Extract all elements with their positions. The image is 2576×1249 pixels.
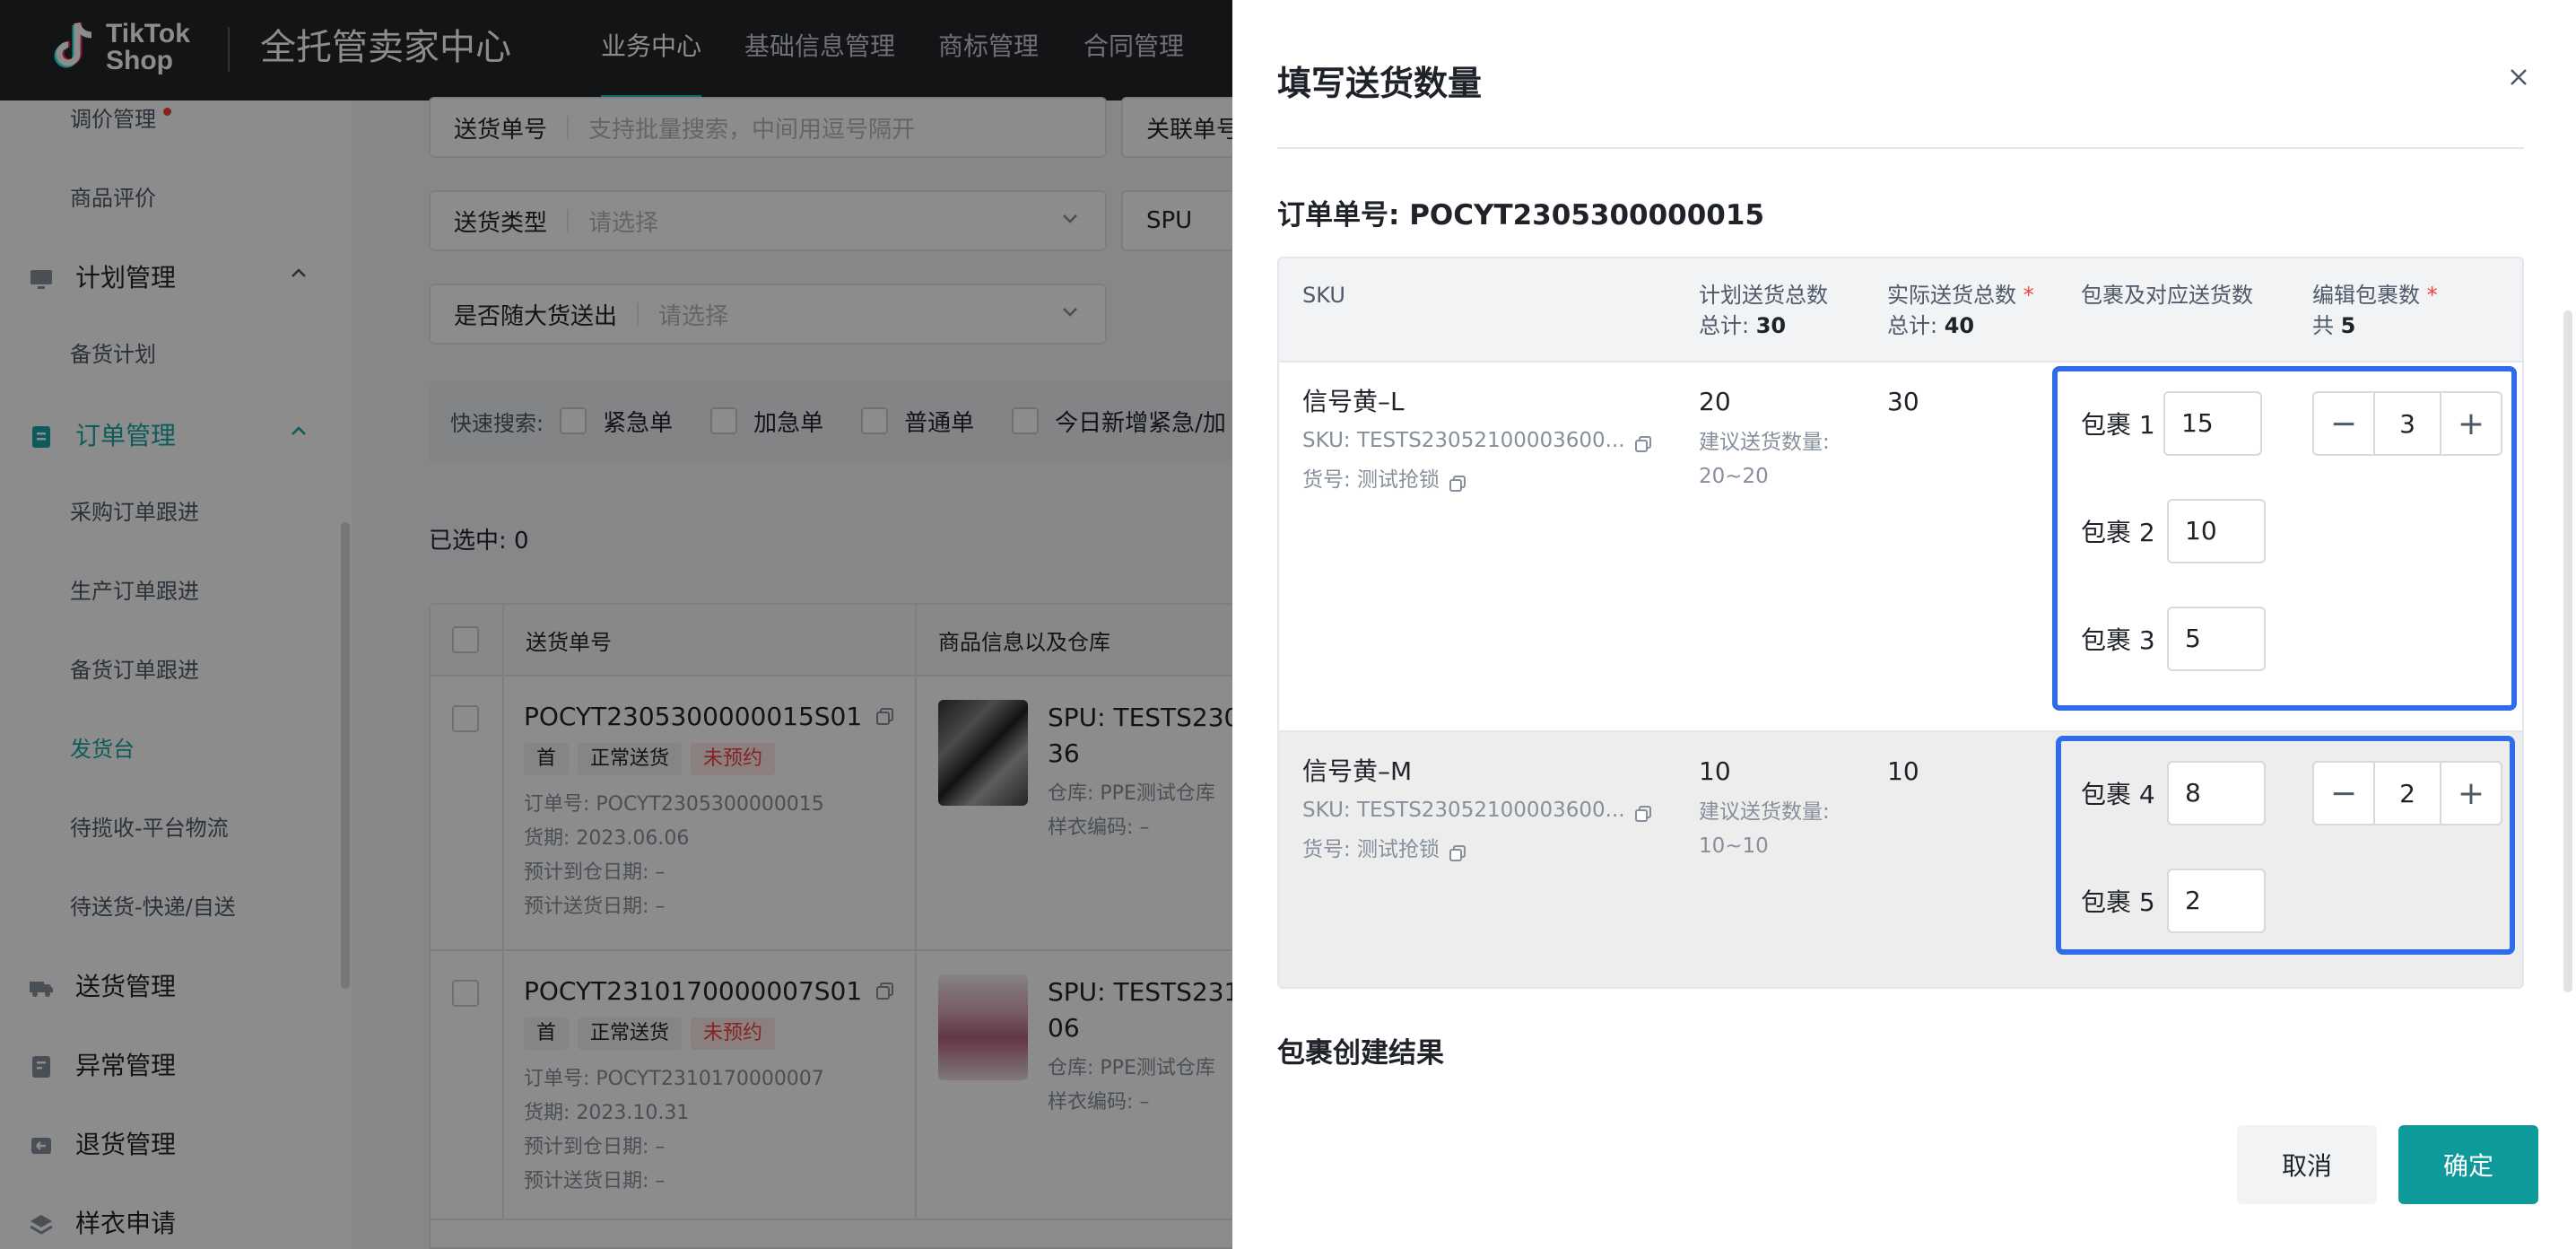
suggest-label: 建议送货数量: bbox=[1699, 800, 1830, 824]
copy-icon[interactable] bbox=[1634, 801, 1652, 822]
package-label: 包裹 4 bbox=[2081, 780, 2155, 809]
item-no-text: 货号: 测试抢锁 bbox=[1302, 838, 1440, 861]
package-quantity-input[interactable]: 15 bbox=[2163, 391, 2262, 456]
planned-quantity: 10 bbox=[1699, 756, 1731, 786]
header-title: 实际送货总数 bbox=[1887, 283, 2016, 308]
required-mark: * bbox=[2426, 283, 2438, 308]
sku-name: 信号黄–L bbox=[1302, 387, 1405, 416]
total-label: 总计: bbox=[1887, 313, 1938, 338]
sku-code: SKU: TESTS23052100003600... bbox=[1302, 795, 1652, 825]
sku-row: 信号黄–L SKU: TESTS23052100003600... 货号: 测试… bbox=[1279, 361, 2522, 730]
total-value: 40 bbox=[1944, 313, 1975, 338]
header-title: 编辑包裹数 bbox=[2312, 283, 2420, 308]
total-label: 总计: bbox=[1699, 313, 1750, 338]
package-quantity-input[interactable]: 8 bbox=[2167, 761, 2266, 825]
column-header-actual: 实际送货总数 * 总计: 40 bbox=[1887, 280, 2034, 341]
package-label: 包裹 5 bbox=[2081, 887, 2155, 917]
close-icon[interactable] bbox=[2501, 59, 2537, 95]
header-title: 计划送货总数 bbox=[1699, 283, 1828, 308]
package-quantity-input[interactable]: 2 bbox=[2167, 869, 2266, 933]
suggest-range: 20~20 bbox=[1699, 465, 1769, 488]
sku-row: 信号黄–M SKU: TESTS23052100003600... 货号: 测试… bbox=[1279, 730, 2522, 987]
copy-icon[interactable] bbox=[1449, 841, 1466, 861]
divider bbox=[1277, 147, 2524, 149]
actual-quantity: 10 bbox=[1887, 756, 1919, 786]
sku-code-text: SKU: TESTS23052100003600... bbox=[1302, 429, 1625, 452]
actual-quantity: 30 bbox=[1887, 387, 1919, 416]
sku-code-text: SKU: TESTS23052100003600... bbox=[1302, 799, 1625, 822]
package-result-title: 包裹创建结果 bbox=[1277, 1037, 1444, 1070]
column-header-planned: 计划送货总数 总计: 30 bbox=[1699, 280, 1828, 341]
total-value: 30 bbox=[1755, 313, 1787, 338]
item-no-text: 货号: 测试抢锁 bbox=[1302, 468, 1440, 492]
package-count-stepper: − 2 + bbox=[2312, 761, 2502, 825]
item-no: 货号: 测试抢锁 bbox=[1302, 834, 1466, 865]
column-header-sku: SKU bbox=[1302, 283, 1345, 308]
plus-button[interactable]: + bbox=[2441, 763, 2501, 824]
sku-name: 信号黄–M bbox=[1302, 756, 1413, 786]
minus-button[interactable]: − bbox=[2314, 763, 2373, 824]
column-header-packages: 包裹及对应送货数 bbox=[2081, 283, 2253, 308]
package-count-value[interactable]: 3 bbox=[2373, 393, 2441, 454]
total-label: 共 bbox=[2312, 313, 2334, 338]
package-label: 包裹 1 bbox=[2081, 410, 2155, 440]
item-no: 货号: 测试抢锁 bbox=[1302, 465, 1466, 495]
order-number: 订单单号: POCYT2305300000015 bbox=[1277, 199, 1765, 231]
package-quantity-input[interactable]: 10 bbox=[2167, 499, 2266, 563]
required-mark: * bbox=[2023, 283, 2034, 308]
cancel-button[interactable]: 取消 bbox=[2237, 1125, 2377, 1204]
plus-button[interactable]: + bbox=[2441, 393, 2501, 454]
column-header-edit-count: 编辑包裹数 * 共 5 bbox=[2312, 280, 2438, 341]
sku-code: SKU: TESTS23052100003600... bbox=[1302, 425, 1652, 456]
package-count-value[interactable]: 2 bbox=[2373, 763, 2441, 824]
package-label: 包裹 2 bbox=[2081, 518, 2155, 547]
fill-quantity-drawer: 填写送货数量 订单单号: POCYT2305300000015 SKU 计划送货… bbox=[1232, 0, 2576, 1249]
planned-quantity: 20 bbox=[1699, 387, 1731, 416]
package-count-stepper: − 3 + bbox=[2312, 391, 2502, 456]
package-quantity-input[interactable]: 5 bbox=[2167, 607, 2266, 671]
quantity-table-header: SKU 计划送货总数 总计: 30 实际送货总数 * 总计: 40 包裹及对应送… bbox=[1279, 258, 2522, 361]
drawer-title: 填写送货数量 bbox=[1277, 64, 1483, 103]
suggest-range: 10~10 bbox=[1699, 834, 1769, 858]
copy-icon[interactable] bbox=[1634, 432, 1652, 452]
confirm-button[interactable]: 确定 bbox=[2398, 1125, 2538, 1204]
quantity-table: SKU 计划送货总数 总计: 30 实际送货总数 * 总计: 40 包裹及对应送… bbox=[1277, 257, 2524, 989]
minus-button[interactable]: − bbox=[2314, 393, 2373, 454]
suggest-label: 建议送货数量: bbox=[1699, 431, 1830, 454]
drawer-scrollbar[interactable] bbox=[2563, 310, 2572, 992]
copy-icon[interactable] bbox=[1449, 471, 1466, 492]
total-value: 5 bbox=[2340, 313, 2356, 338]
package-label: 包裹 3 bbox=[2081, 625, 2155, 655]
